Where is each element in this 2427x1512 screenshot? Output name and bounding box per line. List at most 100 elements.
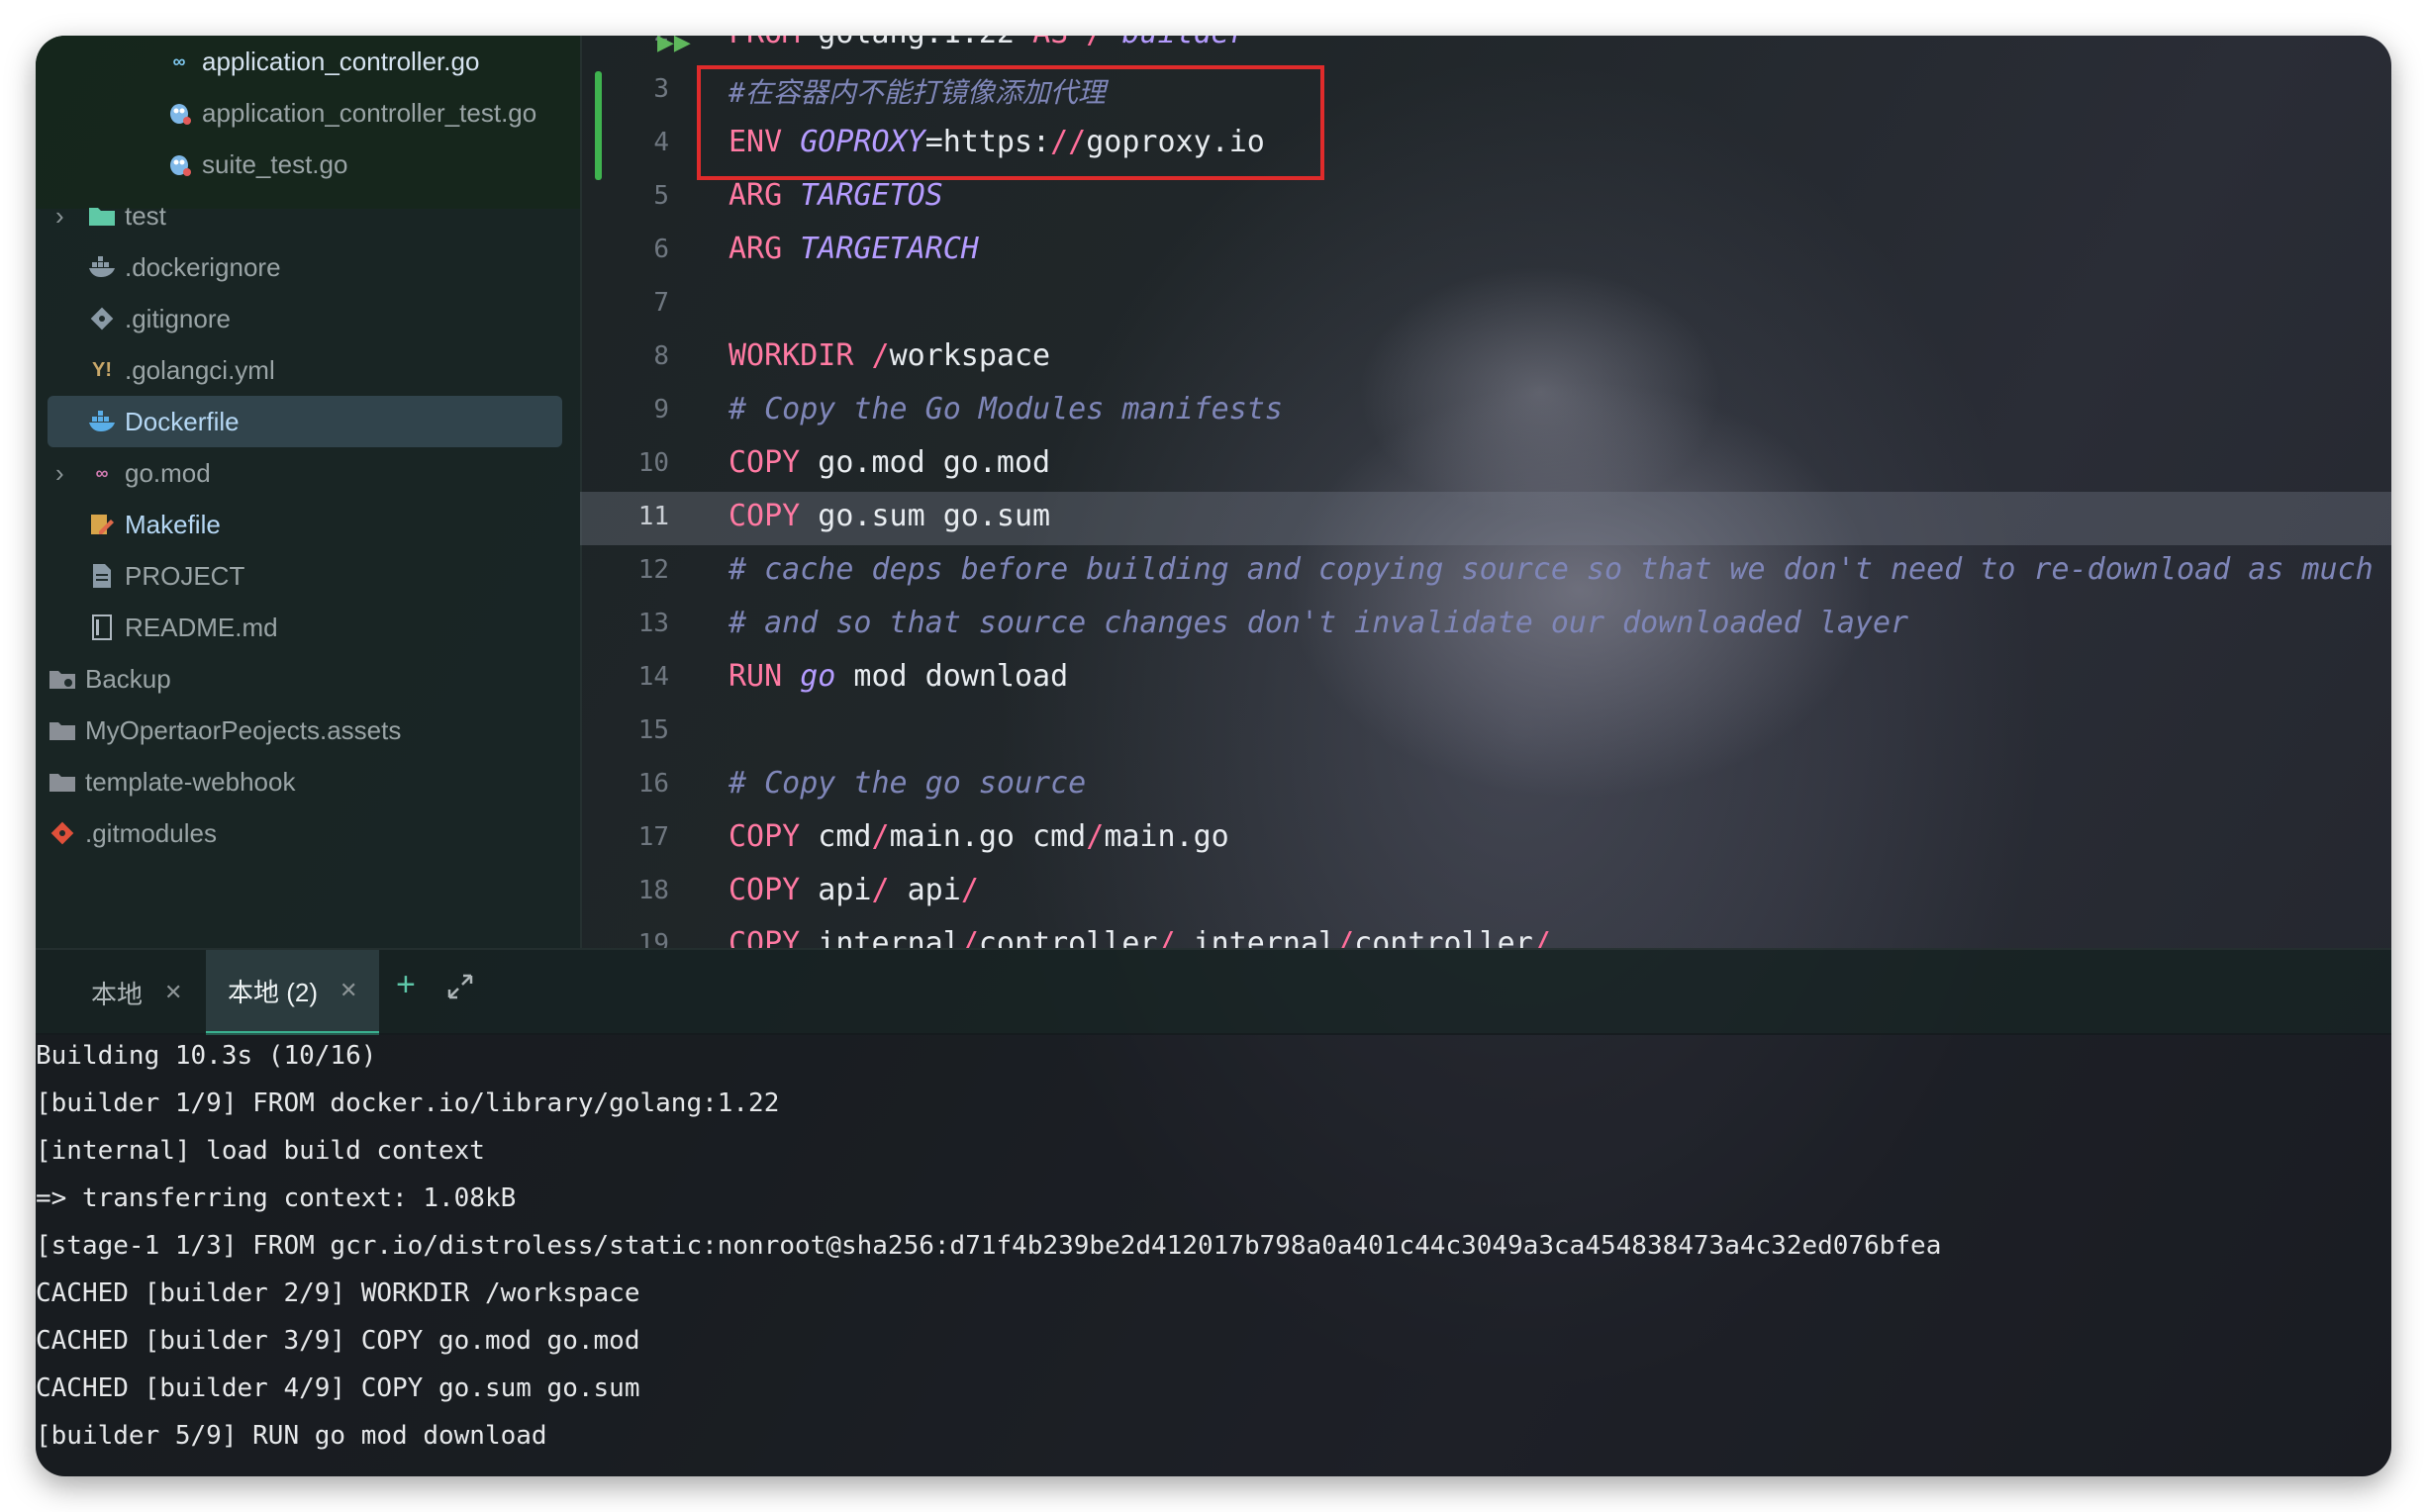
tree-item-label: Dockerfile bbox=[125, 406, 240, 436]
yaml-icon: Y! bbox=[92, 358, 112, 381]
add-terminal-button[interactable]: + bbox=[396, 966, 416, 1004]
tree-item-application-controller-test[interactable]: application_controller_test.go bbox=[164, 87, 536, 139]
code-line[interactable]: COPY go.mod go.mod bbox=[728, 445, 1050, 480]
tree-item-application-controller[interactable]: ∞ application_controller.go bbox=[164, 36, 480, 87]
terminal-line: CACHED [builder 4/9] COPY go.sum go.sum bbox=[36, 1373, 640, 1403]
git-icon bbox=[48, 818, 77, 848]
tree-item-label: Backup bbox=[85, 663, 171, 694]
tree-item-golangci[interactable]: Y! .golangci.yml bbox=[87, 344, 275, 396]
go-test-file-icon bbox=[164, 98, 194, 128]
folder-icon bbox=[48, 767, 77, 797]
tree-item-dockerignore[interactable]: .dockerignore bbox=[87, 241, 281, 293]
code-line[interactable]: COPY cmd/main.go cmd/main.go bbox=[728, 819, 1229, 854]
tree-item-backup-folder[interactable]: Backup bbox=[48, 653, 171, 705]
tree-item-label: Makefile bbox=[125, 509, 221, 539]
tree-item-project[interactable]: PROJECT bbox=[87, 550, 244, 602]
code-line[interactable]: RUN go mod download bbox=[728, 659, 1068, 694]
tree-item-gitignore[interactable]: .gitignore bbox=[87, 293, 231, 344]
line-number: 8 bbox=[653, 341, 669, 371]
line-number: 14 bbox=[637, 662, 669, 692]
line-number: 7 bbox=[653, 288, 669, 318]
makefile-icon bbox=[87, 510, 117, 539]
terminal-line: Building 10.3s (10/16) bbox=[36, 1041, 377, 1071]
folder-icon bbox=[48, 715, 77, 745]
tree-item-label: application_controller.go bbox=[202, 46, 480, 76]
line-number: 13 bbox=[637, 609, 669, 638]
line-number: 4 bbox=[653, 128, 669, 157]
line-number: 19 bbox=[637, 929, 669, 948]
terminal-output[interactable]: Building 10.3s (10/16) [builder 1/9] FRO… bbox=[36, 1033, 2391, 1476]
highlight-annotation-box bbox=[697, 65, 1324, 180]
line-number: 6 bbox=[653, 235, 669, 264]
code-line[interactable]: FROM golang:1.22 AS / builder bbox=[728, 36, 1247, 50]
tree-item-suite-test[interactable]: suite_test.go bbox=[164, 139, 347, 190]
tree-item-dockerfile[interactable]: Dockerfile bbox=[48, 396, 562, 447]
code-line-comment[interactable]: # Copy the go source bbox=[728, 766, 1086, 801]
line-number: 18 bbox=[637, 876, 669, 905]
terminal-line: CACHED [builder 2/9] WORKDIR /workspace bbox=[36, 1278, 640, 1308]
tree-item-readme[interactable]: README.md bbox=[87, 602, 278, 653]
line-number: 17 bbox=[637, 822, 669, 852]
chevron-right-icon[interactable]: › bbox=[55, 458, 64, 489]
close-icon[interactable]: ✕ bbox=[164, 980, 182, 1005]
ide-window: ∞ application_controller.go application_… bbox=[36, 36, 2391, 1476]
terminal-line: => transferring context: 1.08kB bbox=[36, 1183, 517, 1213]
tree-item-label: suite_test.go bbox=[202, 148, 348, 179]
tab-label: 本地 (2) bbox=[228, 977, 319, 1007]
tree-item-label: application_controller_test.go bbox=[202, 97, 537, 128]
code-line[interactable]: WORKDIR /workspace bbox=[728, 338, 1050, 373]
tree-item-label: PROJECT bbox=[125, 560, 245, 591]
tree-item-label: template-webhook bbox=[85, 766, 296, 797]
tree-item-label: .gitignore bbox=[125, 303, 231, 333]
project-file-tree: ∞ application_controller.go application_… bbox=[36, 36, 582, 948]
run-gutter-icon[interactable]: ▶▶ bbox=[657, 36, 691, 55]
docker-icon bbox=[87, 407, 117, 436]
go-file-icon: ∞ bbox=[172, 50, 186, 71]
go-test-file-icon bbox=[164, 149, 194, 179]
tree-item-assets-folder[interactable]: MyOpertaorPeojects.assets bbox=[48, 705, 401, 756]
tree-item-label: test bbox=[125, 200, 166, 231]
tab-label: 本地 bbox=[91, 979, 144, 1009]
readme-icon bbox=[87, 613, 117, 642]
tree-item-label: .dockerignore bbox=[125, 251, 281, 282]
tab-terminal-local[interactable]: 本地 ✕ bbox=[91, 950, 182, 1035]
vcs-change-marker bbox=[595, 71, 602, 180]
tree-item-test-folder[interactable]: › test bbox=[55, 190, 570, 241]
line-number: 16 bbox=[637, 769, 669, 799]
code-line-comment[interactable]: # and so that source changes don't inval… bbox=[728, 606, 1908, 640]
terminal-line: [builder 5/9] RUN go mod download bbox=[36, 1421, 547, 1451]
line-number: 5 bbox=[653, 181, 669, 211]
docker-icon bbox=[87, 252, 117, 282]
line-number: 15 bbox=[637, 715, 669, 745]
tree-item-gitmodules[interactable]: .gitmodules bbox=[48, 807, 217, 859]
line-number: 9 bbox=[653, 395, 669, 425]
line-number: 12 bbox=[637, 555, 669, 585]
close-icon[interactable]: ✕ bbox=[340, 978, 357, 1003]
code-line-comment[interactable]: # Copy the Go Modules manifests bbox=[728, 392, 1283, 426]
terminal-line: CACHED [builder 3/9] COPY go.mod go.mod bbox=[36, 1326, 640, 1356]
code-line[interactable]: COPY api/ api/ bbox=[728, 873, 979, 907]
chevron-right-icon[interactable]: › bbox=[55, 201, 64, 232]
terminal-line: [builder 1/9] FROM docker.io/library/gol… bbox=[36, 1088, 780, 1118]
folder-icon bbox=[48, 664, 77, 694]
tree-item-go-mod[interactable]: › ∞ go.mod bbox=[55, 447, 211, 499]
tree-item-template-webhook-folder[interactable]: template-webhook bbox=[48, 756, 295, 807]
code-line[interactable]: ARG TARGETARCH bbox=[728, 232, 979, 266]
go-mod-icon: ∞ bbox=[95, 462, 109, 483]
code-line[interactable]: COPY internal/controller/ internal/contr… bbox=[728, 926, 1551, 948]
code-line-current[interactable]: COPY go.sum go.sum bbox=[728, 499, 1050, 533]
tree-item-label: go.mod bbox=[125, 457, 211, 488]
folder-icon bbox=[87, 201, 117, 231]
tab-terminal-local-2[interactable]: 本地 (2) ✕ bbox=[206, 950, 380, 1035]
code-line[interactable]: ARG TARGETOS bbox=[728, 178, 943, 213]
git-icon bbox=[87, 304, 117, 333]
line-number: 2 bbox=[580, 36, 669, 47]
tree-item-makefile[interactable]: Makefile bbox=[87, 499, 221, 550]
text-file-icon bbox=[87, 561, 117, 591]
line-number: 11 bbox=[637, 502, 669, 531]
line-number: 3 bbox=[653, 74, 669, 104]
terminal-tab-bar: 本地 ✕ 本地 (2) ✕ + bbox=[36, 948, 2391, 1035]
expand-icon[interactable] bbox=[445, 972, 475, 1001]
tree-item-label: .golangci.yml bbox=[125, 354, 275, 385]
code-line-comment[interactable]: # cache deps before building and copying… bbox=[728, 552, 2374, 587]
